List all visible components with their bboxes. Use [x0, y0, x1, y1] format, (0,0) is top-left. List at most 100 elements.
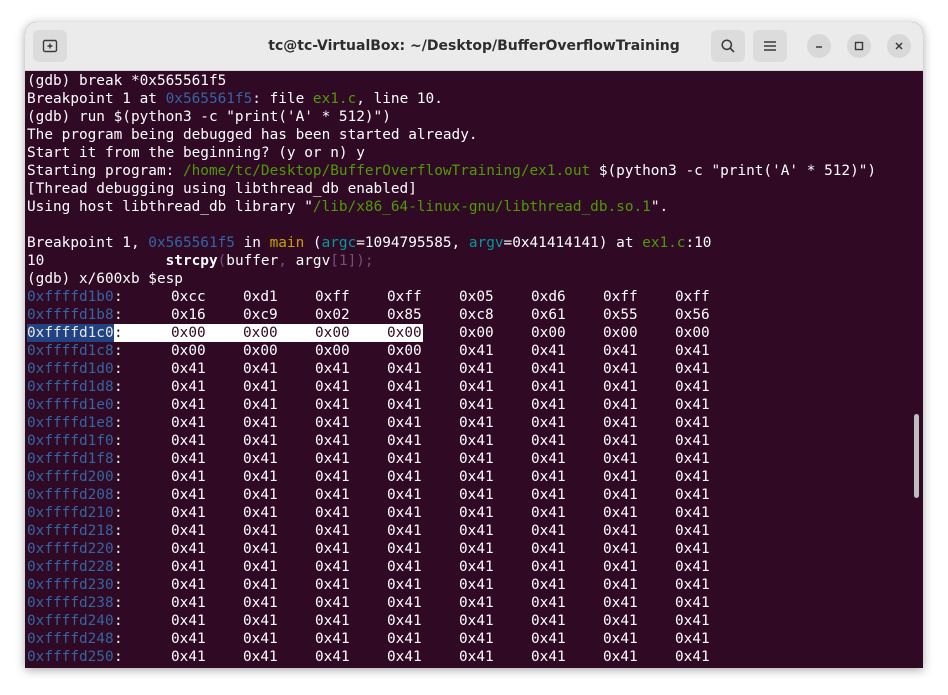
- memory-byte: 0x00: [243, 325, 278, 341]
- terminal-text: argv: [468, 235, 504, 251]
- memory-row: 0xffffd248: 0x41 0x41 0x41 0x41 0x41 0x41 0x41 0…: [27, 630, 913, 648]
- memory-byte: 0x41: [675, 577, 710, 593]
- memory-byte: 0x41: [315, 415, 350, 431]
- memory-address: 0xffffd1b0: [27, 289, 114, 305]
- memory-byte: 0x00: [459, 325, 494, 341]
- memory-row: 0xffffd218: 0x41 0x41 0x41 0x41 0x41 0x41 0x41 0…: [27, 522, 913, 540]
- maximize-icon: [854, 41, 864, 51]
- memory-byte: 0x41: [243, 595, 278, 611]
- memory-address: 0xffffd240: [27, 613, 114, 629]
- memory-byte: 0x41: [171, 433, 206, 449]
- memory-byte: 0x41: [531, 379, 566, 395]
- address-separator: :: [114, 631, 123, 647]
- terminal-line: Using host libthread_db library "/lib/x8…: [27, 198, 913, 216]
- terminal-text: 0x565561f5: [165, 91, 253, 107]
- memory-byte: 0x41: [171, 577, 206, 593]
- memory-address: 0xffffd1d0: [27, 361, 114, 377]
- address-separator: :: [114, 541, 123, 557]
- memory-byte: 0x41: [171, 523, 206, 539]
- address-separator: :: [114, 451, 123, 467]
- memory-row: 0xffffd238: 0x41 0x41 0x41 0x41 0x41 0x41 0x41 0…: [27, 594, 913, 612]
- terminal-line: (gdb) break *0x565561f5: [27, 72, 913, 90]
- memory-byte: 0x41: [387, 487, 422, 503]
- maximize-button[interactable]: [847, 34, 871, 58]
- memory-byte: 0x41: [243, 361, 278, 377]
- memory-byte: 0x41: [315, 487, 350, 503]
- menu-button[interactable]: [753, 30, 787, 62]
- memory-row: 0xffffd208: 0x41 0x41 0x41 0x41 0x41 0x41 0x41 0…: [27, 486, 913, 504]
- memory-byte: 0x00: [243, 343, 278, 359]
- memory-byte: 0xd6: [531, 289, 566, 305]
- terminal-text: /lib/x86_64-linux-gnu/libthread_db.so.1: [312, 199, 651, 215]
- memory-byte: 0x41: [603, 613, 638, 629]
- minimize-button[interactable]: [807, 34, 831, 58]
- terminal-text: /home/tc/Desktop/BufferOverflowTraining/…: [182, 163, 591, 179]
- memory-byte: 0x41: [243, 469, 278, 485]
- memory-byte: 0x41: [315, 631, 350, 647]
- memory-byte: 0x41: [603, 451, 638, 467]
- terminal-line: (gdb) run $(python3 -c "print('A' * 512)…: [27, 108, 913, 126]
- address-separator: :: [114, 324, 123, 342]
- memory-byte: 0x41: [171, 649, 206, 665]
- title-bar: tc@tc-VirtualBox: ~/Desktop/BufferOverfl…: [25, 22, 923, 71]
- memory-byte: 0x41: [171, 631, 206, 647]
- memory-byte: 0x41: [171, 397, 206, 413]
- memory-byte: 0x41: [387, 379, 422, 395]
- memory-byte: 0x41: [171, 505, 206, 521]
- terminal-output[interactable]: (gdb) break *0x565561f5 Breakpoint 1 at 0…: [27, 72, 913, 668]
- memory-byte: 0xff: [675, 289, 710, 305]
- hamburger-menu-icon: [764, 41, 776, 51]
- memory-byte: 0x41: [387, 523, 422, 539]
- memory-byte: 0x41: [675, 343, 710, 359]
- memory-byte: 0x41: [603, 487, 638, 503]
- search-button[interactable]: [711, 30, 745, 62]
- memory-byte: 0xc8: [459, 307, 494, 323]
- memory-byte: 0x41: [459, 631, 494, 647]
- memory-byte: 0x56: [675, 307, 710, 323]
- close-button[interactable]: [887, 34, 911, 58]
- memory-byte: 0x02: [315, 307, 350, 323]
- memory-row: 0xffffd210: 0x41 0x41 0x41 0x41 0x41 0x41 0x41 0…: [27, 504, 913, 522]
- memory-byte: 0x41: [387, 451, 422, 467]
- memory-row: 0xffffd1d8: 0x41 0x41 0x41 0x41 0x41 0x41 0x41 0…: [27, 378, 913, 396]
- memory-byte: 0x41: [171, 595, 206, 611]
- terminal-text: Using host libthread_db library ": [27, 199, 313, 215]
- memory-address: 0xffffd228: [27, 559, 114, 575]
- memory-row: 0xffffd1f8: 0x41 0x41 0x41 0x41 0x41 0x41 0x41 0…: [27, 450, 913, 468]
- address-separator: :: [114, 505, 123, 521]
- memory-byte: 0x41: [675, 415, 710, 431]
- address-separator: :: [114, 343, 123, 359]
- memory-byte: 0x00: [603, 325, 638, 341]
- memory-address: 0xffffd210: [27, 505, 114, 521]
- memory-byte: 0x41: [531, 469, 566, 485]
- memory-byte: 0x41: [171, 613, 206, 629]
- memory-byte: 0x41: [531, 559, 566, 575]
- memory-byte: 0x41: [531, 595, 566, 611]
- address-separator: :: [114, 433, 123, 449]
- memory-byte: 0x41: [459, 379, 494, 395]
- minimize-icon: [816, 46, 822, 48]
- memory-row: 0xffffd228: 0x41 0x41 0x41 0x41 0x41 0x41 0x41 0…: [27, 558, 913, 576]
- memory-row: 0xffffd1f0: 0x41 0x41 0x41 0x41 0x41 0x41 0x41 0…: [27, 432, 913, 450]
- memory-byte: 0x61: [531, 307, 566, 323]
- memory-byte: 0x41: [243, 577, 278, 593]
- memory-byte: 0x00: [675, 325, 710, 341]
- memory-byte: 0x41: [603, 559, 638, 575]
- terminal-scrollbar[interactable]: [914, 414, 919, 498]
- terminal-text: , line 10.: [356, 91, 443, 107]
- memory-byte: 0x41: [603, 343, 638, 359]
- terminal-text: argc: [321, 235, 357, 251]
- memory-byte: 0x41: [243, 451, 278, 467]
- memory-byte: 0x41: [531, 613, 566, 629]
- memory-byte: 0x41: [315, 541, 350, 557]
- memory-byte: 0x41: [675, 541, 710, 557]
- memory-byte: 0x41: [243, 523, 278, 539]
- memory-byte: 0x41: [459, 541, 494, 557]
- memory-address: 0xffffd1b8: [27, 307, 114, 323]
- memory-byte: 0x41: [459, 451, 494, 467]
- address-separator: :: [114, 469, 123, 485]
- memory-byte: 0x41: [315, 505, 350, 521]
- memory-address: 0xffffd1f8: [27, 451, 114, 467]
- terminal-text: : file: [252, 91, 313, 107]
- memory-row: 0xffffd1c0: 0x00 0x00 0x00 0x00 0x00 0x00 0x00 0…: [27, 324, 913, 342]
